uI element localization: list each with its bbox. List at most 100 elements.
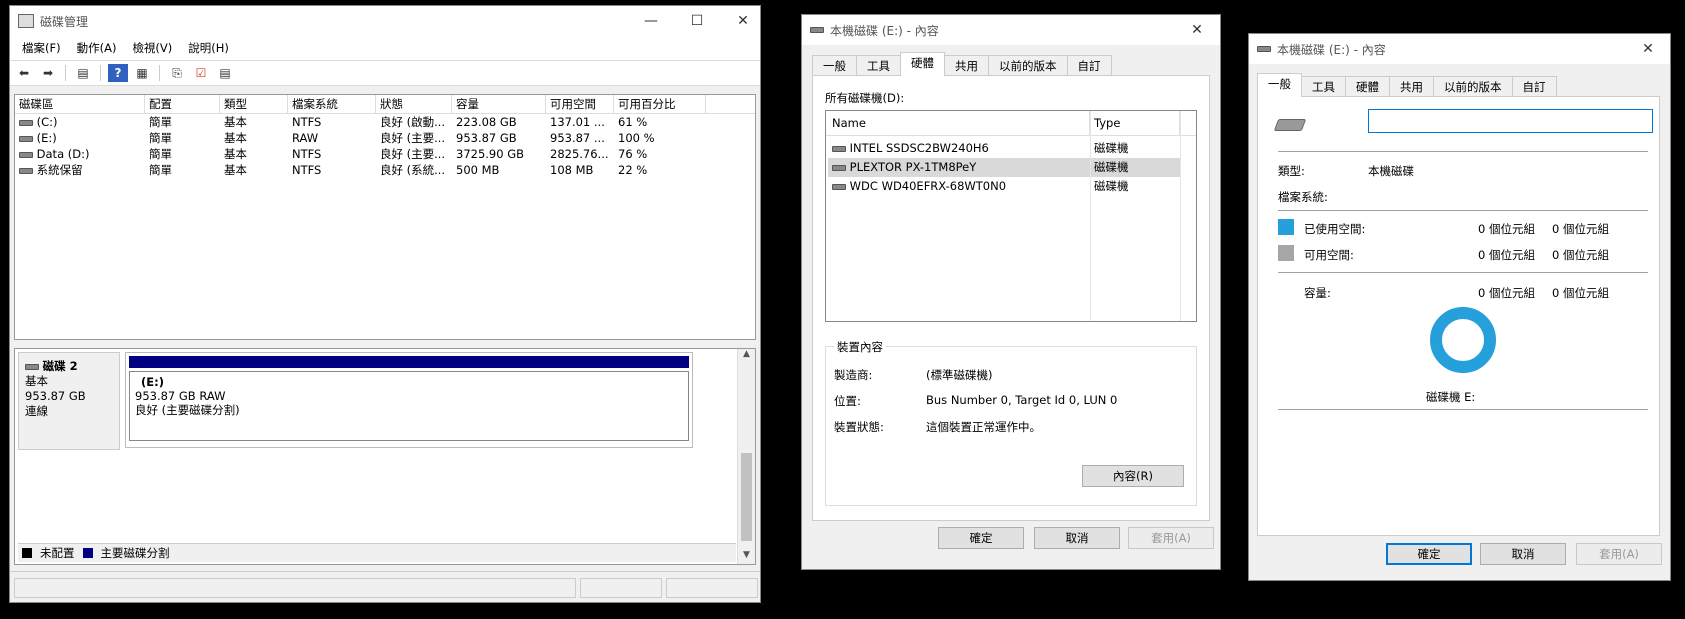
forward-arrow-icon[interactable]: ➡	[38, 64, 58, 82]
divider	[1278, 272, 1648, 273]
manufacturer-label: 製造商:	[834, 368, 873, 382]
tab-sharing[interactable]: 共用	[944, 55, 989, 76]
console-tree-icon[interactable]: ▤	[73, 64, 93, 82]
checklist-icon[interactable]: ☑	[191, 64, 211, 82]
column-header[interactable]: 狀態	[376, 95, 452, 113]
minimize-button[interactable]: —	[628, 6, 674, 36]
fs-cell: NTFS	[292, 163, 322, 177]
list-item[interactable]: WDC WD40EFRX-68WT0N0 磁碟機	[826, 177, 1196, 196]
table-row[interactable]: 系統保留 簡單 基本 NTFS 良好 (系統... 500 MB 108 MB …	[15, 162, 755, 178]
free-percent-cell: 100 %	[618, 131, 655, 145]
free-space-label: 可用空間:	[1304, 248, 1354, 262]
column-header[interactable]: 可用百分比	[614, 95, 706, 113]
scroll-up-arrow-icon[interactable]: ▲	[738, 349, 755, 363]
device-status-label: 裝置狀態:	[834, 420, 884, 434]
tab-customize[interactable]: 自訂	[1066, 55, 1112, 76]
drive-list[interactable]: Name Type INTEL SSDSC2BW240H6 磁碟機 PLEXTO…	[825, 110, 1197, 322]
tab-general[interactable]: 一般	[812, 55, 857, 76]
tab-tools[interactable]: 工具	[856, 55, 901, 76]
tab-customize[interactable]: 自訂	[1511, 76, 1557, 97]
apply-button[interactable]: 套用(A)	[1576, 543, 1662, 565]
column-divider	[1090, 111, 1091, 321]
used-space-bytes: 0 個位元組	[1478, 222, 1535, 236]
tab-tools[interactable]: 工具	[1301, 76, 1346, 97]
window-title: 磁碟管理	[40, 14, 89, 29]
scroll-down-arrow-icon[interactable]: ▼	[738, 550, 755, 564]
free-space-cell: 137.01 ...	[550, 115, 605, 129]
ok-button[interactable]: 確定	[1386, 543, 1472, 565]
drive-list-header: Name Type	[826, 111, 1196, 136]
list-item[interactable]: INTEL SSDSC2BW240H6 磁碟機	[826, 139, 1196, 158]
properties-button[interactable]: 內容(R)	[1082, 465, 1184, 487]
column-header[interactable]: 類型	[220, 95, 288, 113]
table-row[interactable]: (E:) 簡單 基本 RAW 良好 (主要... 953.87 GB 953.8…	[15, 130, 755, 146]
type-cell: 基本	[224, 131, 247, 145]
help-icon[interactable]: ?	[108, 64, 128, 82]
tab-previous-versions[interactable]: 以前的版本	[988, 55, 1068, 76]
list-item-selected[interactable]: PLEXTOR PX-1TM8PeY 磁碟機	[828, 158, 1180, 177]
tab-strip: 一般 工具 硬體 共用 以前的版本 自訂	[1257, 73, 1557, 97]
capacity-cell: 500 MB	[456, 163, 500, 177]
maximize-button[interactable]: ☐	[674, 6, 720, 36]
disk-status: 連線	[25, 404, 48, 418]
menu-view[interactable]: 檢視(V)	[124, 40, 180, 56]
drive-name: WDC WD40EFRX-68WT0N0	[849, 179, 1007, 193]
toolbar: ⬅ ➡ ▤ ? ▦ ⎘ ☑ ▤	[10, 60, 760, 86]
settings-list-icon[interactable]: ▤	[215, 64, 235, 82]
vertical-scrollbar[interactable]: ▲ ▼	[737, 349, 755, 564]
cancel-button[interactable]: 取消	[1034, 527, 1120, 549]
scrollbar-thumb[interactable]	[741, 453, 752, 541]
menu-action[interactable]: 動作(A)	[69, 40, 125, 56]
layout-cell: 簡單	[149, 131, 172, 145]
group-title: 裝置內容	[834, 339, 886, 355]
volume-list[interactable]: 磁碟區 配置 類型 檔案系統 狀態 容量 可用空間 可用百分比 (C:) 簡單 …	[14, 94, 756, 340]
drive-caption: 磁碟機 E:	[1426, 390, 1476, 404]
column-divider	[1180, 111, 1181, 321]
fs-cell: RAW	[292, 131, 319, 145]
properties-hardware-window: 本機磁碟 (E:) - 內容 ✕ 一般 工具 硬體 共用 以前的版本 自訂 所有…	[801, 14, 1221, 570]
all-disks-label: 所有磁碟機(D):	[825, 91, 905, 105]
tab-general[interactable]: 一般	[1257, 73, 1302, 97]
column-header[interactable]: 磁碟區	[15, 95, 145, 113]
status-cell: 良好 (主要...	[380, 131, 446, 145]
properties-icon[interactable]: ▦	[132, 64, 152, 82]
disk-graphical-view[interactable]: 磁碟 2 基本 953.87 GB 連線 (E:) 953.87 GB RAW …	[14, 348, 756, 565]
cancel-button[interactable]: 取消	[1480, 543, 1566, 565]
close-button[interactable]: ✕	[1174, 15, 1220, 45]
location-value: Bus Number 0, Target Id 0, LUN 0	[926, 393, 1118, 407]
tab-sharing[interactable]: 共用	[1389, 76, 1434, 97]
tab-previous-versions[interactable]: 以前的版本	[1433, 76, 1513, 97]
back-arrow-icon[interactable]: ⬅	[14, 64, 34, 82]
tab-hardware[interactable]: 硬體	[900, 52, 945, 76]
apply-button[interactable]: 套用(A)	[1128, 527, 1214, 549]
ok-button[interactable]: 確定	[938, 527, 1024, 549]
free-percent-cell: 22 %	[618, 163, 648, 177]
location-label: 位置:	[834, 394, 861, 408]
column-header[interactable]: 容量	[452, 95, 546, 113]
menu-file[interactable]: 檔案(F)	[14, 40, 69, 56]
menu-help[interactable]: 說明(H)	[180, 40, 237, 56]
drive-icon	[19, 120, 33, 126]
close-button[interactable]: ✕	[720, 6, 766, 36]
column-header[interactable]: 檔案系統	[288, 95, 376, 113]
partition-color-bar	[129, 356, 689, 368]
partition-body[interactable]: (E:) 953.87 GB RAW 良好 (主要磁碟分割)	[129, 371, 689, 441]
volume-name-input[interactable]	[1368, 109, 1653, 133]
table-row[interactable]: Data (D:) 簡單 基本 NTFS 良好 (主要... 3725.90 G…	[15, 146, 755, 162]
disk-info-box[interactable]: 磁碟 2 基本 953.87 GB 連線	[18, 352, 120, 450]
used-space-swatch	[1278, 219, 1294, 235]
column-header[interactable]: 可用空間	[546, 95, 614, 113]
drive-icon	[19, 136, 33, 142]
title-bar[interactable]: 本機磁碟 (E:) - 內容 ✕	[1249, 34, 1670, 64]
partition-block[interactable]: (E:) 953.87 GB RAW 良好 (主要磁碟分割)	[125, 352, 693, 448]
tab-hardware[interactable]: 硬體	[1345, 76, 1390, 97]
type-cell: 基本	[224, 163, 247, 177]
table-row[interactable]: (C:) 簡單 基本 NTFS 良好 (啟動... 223.08 GB 137.…	[15, 114, 755, 130]
title-bar[interactable]: 本機磁碟 (E:) - 內容 ✕	[802, 15, 1220, 45]
close-button[interactable]: ✕	[1625, 34, 1671, 64]
connect-drive-icon[interactable]: ⎘	[167, 64, 187, 82]
title-bar[interactable]: 磁碟管理 — ☐ ✕	[10, 6, 760, 36]
column-header[interactable]: 配置	[145, 95, 220, 113]
column-header-name[interactable]: Name	[826, 111, 1090, 135]
column-header-type[interactable]: Type	[1090, 111, 1180, 135]
